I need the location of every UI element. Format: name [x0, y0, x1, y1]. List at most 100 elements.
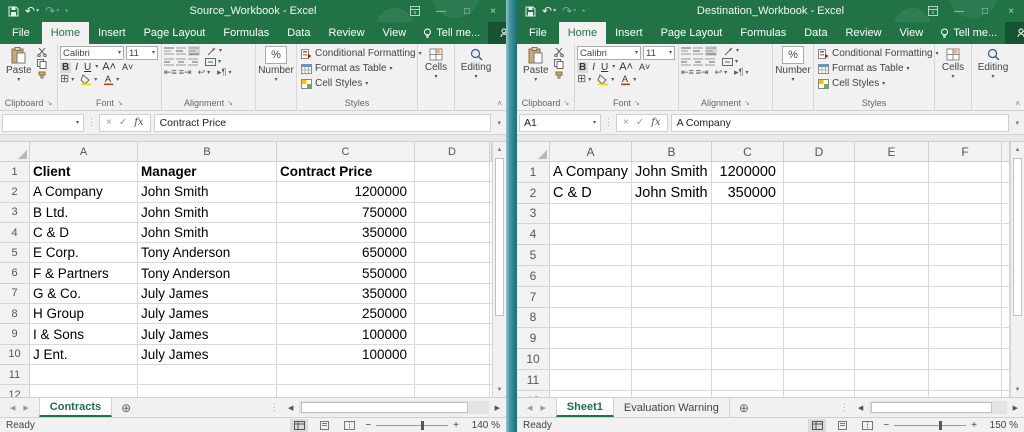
cell-D8[interactable]	[415, 304, 490, 324]
cell-A12[interactable]	[30, 385, 138, 397]
decrease-indent-icon[interactable]: ⇤≡	[164, 68, 177, 77]
cell-A11[interactable]	[30, 365, 138, 385]
column-header-B[interactable]: B	[632, 142, 712, 162]
cell-E2[interactable]	[855, 183, 929, 204]
font-color-icon[interactable]: A	[620, 74, 631, 85]
conditional-formatting-button[interactable]: Conditional Formatting▾	[301, 46, 422, 61]
paste-button[interactable]: Paste ▾	[519, 46, 553, 84]
cell-A6[interactable]	[550, 266, 632, 287]
row-header-12[interactable]: 12	[0, 385, 30, 397]
cell-B2[interactable]: John Smith	[632, 183, 712, 204]
tab-splitter[interactable]: ⋮	[267, 402, 282, 413]
clipboard-dialog-launcher-icon[interactable]: ↘	[563, 99, 569, 107]
cell-F12[interactable]	[929, 391, 1002, 397]
name-box[interactable]: ▾	[2, 114, 84, 132]
increase-font-icon[interactable]: A˄	[617, 61, 635, 73]
new-sheet-button[interactable]: ⊕	[730, 398, 758, 417]
expand-formula-bar-icon[interactable]: ▾	[1012, 119, 1022, 127]
cell-B4[interactable]: John Smith	[138, 223, 277, 243]
bold-button[interactable]: B	[577, 62, 588, 73]
cell-D9[interactable]	[415, 324, 490, 344]
cell-C6[interactable]	[712, 266, 784, 287]
cell-D12[interactable]	[415, 385, 490, 397]
cell-D10[interactable]	[415, 345, 490, 365]
cell-F8[interactable]	[929, 308, 1002, 329]
number-format-label[interactable]: Number	[775, 65, 811, 76]
maximize-button[interactable]: □	[454, 0, 480, 22]
zoom-slider-handle[interactable]	[939, 421, 942, 430]
formula-input[interactable]: Contract Price	[154, 114, 492, 132]
align-bottom-icon[interactable]	[705, 46, 717, 56]
cell-B9[interactable]: July James	[138, 324, 277, 344]
collapse-ribbon-icon[interactable]: ˄	[497, 99, 502, 108]
row-header-10[interactable]: 10	[517, 349, 550, 370]
decrease-font-icon[interactable]: A˅	[637, 62, 652, 72]
cell-C2[interactable]: 350000	[712, 183, 784, 204]
cell-B6[interactable]	[632, 266, 712, 287]
new-sheet-button[interactable]: ⊕	[112, 398, 140, 417]
align-right-icon[interactable]	[188, 58, 198, 66]
format-as-table-button[interactable]: Format as Table▾	[301, 61, 393, 76]
vertical-scrollbar[interactable]: ▲ ▼	[1010, 142, 1024, 397]
column-header-C[interactable]: C	[277, 142, 415, 162]
cell-B4[interactable]	[632, 224, 712, 245]
column-header-D[interactable]: D	[415, 142, 490, 162]
cell-C9[interactable]	[712, 328, 784, 349]
scroll-down-icon[interactable]: ▼	[493, 382, 506, 397]
cell-C3[interactable]	[712, 204, 784, 225]
row-header-7[interactable]: 7	[517, 287, 550, 308]
cell-A12[interactable]	[550, 391, 632, 397]
cell-B1[interactable]: John Smith	[632, 162, 712, 183]
merge-center-icon[interactable]	[722, 58, 733, 66]
cell-F9[interactable]	[929, 328, 1002, 349]
page-break-view-icon[interactable]	[858, 419, 876, 432]
decrease-indent-icon[interactable]: ⇤≡	[681, 68, 694, 77]
name-box[interactable]: A1▾	[519, 114, 601, 132]
cell-D7[interactable]	[784, 287, 855, 308]
zoom-in-button[interactable]: +	[971, 420, 977, 431]
insert-function-icon[interactable]: fx	[651, 117, 660, 128]
percent-style-button[interactable]: %	[265, 46, 287, 64]
text-direction-icon[interactable]: ▸¶	[734, 68, 743, 77]
wrap-text-icon[interactable]: ↩	[715, 68, 723, 77]
decrease-font-icon[interactable]: A˅	[120, 62, 135, 72]
font-dialog-launcher-icon[interactable]: ↘	[634, 99, 640, 107]
cell-B12[interactable]	[632, 391, 712, 397]
cell-A10[interactable]	[550, 349, 632, 370]
cell-A8[interactable]	[550, 308, 632, 329]
scroll-right-icon[interactable]: ▶	[1009, 404, 1022, 412]
cell-E11[interactable]	[855, 370, 929, 391]
cell-B5[interactable]: Tony Anderson	[138, 243, 277, 263]
zoom-slider[interactable]	[894, 425, 966, 426]
cell-A5[interactable]: E Corp.	[30, 243, 138, 263]
cell-D6[interactable]	[415, 263, 490, 283]
format-painter-icon[interactable]	[554, 71, 565, 81]
zoom-out-button[interactable]: −	[883, 420, 889, 431]
cell-A1[interactable]: Client	[30, 162, 138, 182]
cell-D4[interactable]	[415, 223, 490, 243]
cell-styles-button[interactable]: Cell Styles▾	[301, 76, 368, 91]
cell-C6[interactable]: 550000	[277, 263, 415, 283]
horizontal-scrollbar[interactable]	[869, 401, 1006, 414]
cell-F6[interactable]	[929, 266, 1002, 287]
tab-home[interactable]: Home	[559, 22, 606, 44]
zoom-in-button[interactable]: +	[453, 420, 459, 431]
zoom-level[interactable]: 140 %	[466, 420, 500, 431]
italic-button[interactable]: I	[590, 62, 597, 73]
cell-E3[interactable]	[855, 204, 929, 225]
cell-B9[interactable]	[632, 328, 712, 349]
cell-D10[interactable]	[784, 349, 855, 370]
cell-A4[interactable]	[550, 224, 632, 245]
cell-C11[interactable]	[277, 365, 415, 385]
insert-function-icon[interactable]: fx	[134, 117, 143, 128]
cell-C10[interactable]	[712, 349, 784, 370]
cells-button[interactable]: Cells	[942, 62, 964, 73]
name-box-splitter[interactable]: ⋮	[604, 117, 613, 128]
number-format-caret-icon[interactable]: ▾	[274, 77, 277, 83]
cell-B3[interactable]	[632, 204, 712, 225]
underline-caret-icon[interactable]: ▾	[612, 64, 615, 70]
column-header-D[interactable]: D	[784, 142, 855, 162]
align-left-icon[interactable]	[681, 58, 691, 66]
column-header-E[interactable]: E	[855, 142, 929, 162]
cell-A9[interactable]	[550, 328, 632, 349]
